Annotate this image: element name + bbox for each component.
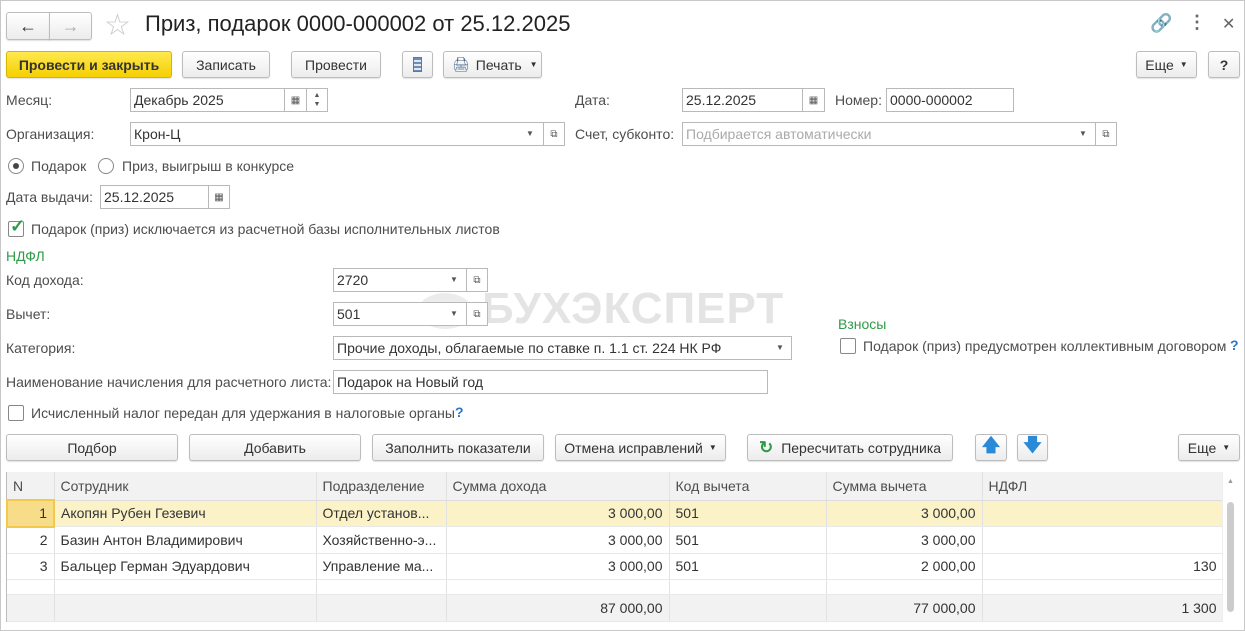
arrow-up-icon: 🡅 xyxy=(981,434,1001,455)
category-input[interactable]: Прочие доходы, облагаемые по ставке п. 1… xyxy=(333,336,792,360)
calendar-icon[interactable]: ▦ xyxy=(208,185,230,209)
col-employee[interactable]: Сотрудник xyxy=(54,472,317,501)
chevron-down-icon[interactable]: ▼ xyxy=(450,309,458,318)
income-code-label: Код дохода: xyxy=(6,272,84,288)
col-income[interactable]: Сумма дохода xyxy=(446,472,670,501)
org-label: Организация: xyxy=(6,126,95,142)
more-dots-icon[interactable]: ⋮ xyxy=(1188,12,1206,33)
move-up-button[interactable]: 🡅 xyxy=(975,434,1007,461)
help-icon[interactable]: ? xyxy=(455,404,464,420)
printer-icon: 🖨 xyxy=(452,56,470,72)
income-code-input[interactable]: 2720 xyxy=(333,268,467,292)
open-icon[interactable]: ⧉ xyxy=(1095,122,1117,146)
number-input[interactable]: 0000-000002 xyxy=(886,88,1014,112)
link-icon[interactable]: 🔗 xyxy=(1150,13,1172,34)
chevron-down-icon: ▼ xyxy=(1222,443,1231,452)
chevron-down-icon[interactable]: ▼ xyxy=(1079,129,1087,138)
chevron-down-icon[interactable]: ▼ xyxy=(526,129,534,138)
month-label: Месяц: xyxy=(6,92,53,108)
chevron-down-icon: ▼ xyxy=(1179,60,1188,69)
month-input[interactable]: Декабрь 2025 xyxy=(130,88,285,112)
save-button[interactable]: Записать xyxy=(182,51,270,78)
page-title: Приз, подарок 0000-000002 от 25.12.2025 xyxy=(145,11,571,36)
radio-prize[interactable] xyxy=(98,158,114,174)
arrow-down-icon: 🡇 xyxy=(1023,434,1042,455)
month-spinner[interactable]: ▲ ▼ xyxy=(306,88,328,112)
arrow-left-icon: ← xyxy=(19,15,37,36)
chevron-down-icon: ▼ xyxy=(529,60,538,69)
star-icon[interactable]: ☆ xyxy=(104,8,131,43)
collective-checkbox[interactable] xyxy=(840,338,856,354)
exclude-label: Подарок (приз) исключается из расчетной … xyxy=(31,221,500,237)
forward-button[interactable]: → xyxy=(49,12,92,40)
tax-transferred-checkbox[interactable] xyxy=(8,405,24,421)
add-button[interactable]: Добавить xyxy=(189,434,361,461)
table-more-button[interactable]: Еще ▼ xyxy=(1178,434,1240,461)
more-button[interactable]: Еще ▼ xyxy=(1136,51,1197,78)
col-deduction-code[interactable]: Код вычета xyxy=(669,472,827,501)
date-label: Дата: xyxy=(575,92,610,108)
document-list-icon xyxy=(413,57,422,72)
calendar-icon[interactable]: ▦ xyxy=(802,88,825,112)
table-row[interactable]: 3 Бальцер Герман Эдуардович Управление ма.… xyxy=(7,553,1224,580)
exclude-checkbox[interactable]: ✓ xyxy=(8,216,25,237)
radio-gift[interactable] xyxy=(8,158,24,174)
refresh-icon: ↻ xyxy=(758,437,774,457)
col-ndfl[interactable]: НДФЛ xyxy=(982,472,1224,501)
number-label: Номер: xyxy=(835,92,882,108)
checkmark-icon: ✓ xyxy=(10,216,26,236)
chevron-down-icon[interactable]: ▼ xyxy=(450,275,458,284)
org-input[interactable]: Крон-Ц xyxy=(130,122,544,146)
col-department[interactable]: Подразделение xyxy=(316,472,447,501)
issue-date-input[interactable]: 25.12.2025 xyxy=(100,185,209,209)
accrual-name-input[interactable]: Подарок на Новый год xyxy=(333,370,768,394)
cancel-fixes-button[interactable]: Отмена исправлений ▼ xyxy=(555,434,726,461)
issue-date-label: Дата выдачи: xyxy=(6,189,94,205)
table-scrollbar[interactable]: ▲ xyxy=(1222,472,1239,622)
tax-transferred-label: Исчисленный налог передан для удержания … xyxy=(31,405,455,421)
back-button[interactable]: ← xyxy=(6,12,50,40)
arrow-right-icon: → xyxy=(61,15,80,36)
totals-row: 87 000,00 77 000,00 1 300 xyxy=(7,594,1224,622)
post-and-close-button[interactable]: Провести и закрыть xyxy=(6,51,172,78)
help-icon[interactable]: ? xyxy=(1230,337,1239,353)
chevron-down-icon[interactable]: ▼ xyxy=(776,343,784,352)
print-button[interactable]: 🖨 Печать ▼ xyxy=(443,51,542,78)
deduction-input[interactable]: 501 xyxy=(333,302,467,326)
open-icon[interactable]: ⧉ xyxy=(466,302,488,326)
journal-button[interactable] xyxy=(402,51,433,78)
chevron-down-icon: ▼ xyxy=(708,443,717,452)
recalc-employee-button[interactable]: ↻ Пересчитать сотрудника xyxy=(747,434,953,461)
pick-button[interactable]: Подбор xyxy=(6,434,178,461)
radio-gift-label: Подарок xyxy=(31,158,87,174)
col-deduction-sum[interactable]: Сумма вычета xyxy=(826,472,983,501)
ndfl-section-title: НДФЛ xyxy=(6,248,45,264)
col-n[interactable]: N xyxy=(7,472,55,501)
radio-prize-label: Приз, выигрыш в конкурсе xyxy=(122,158,295,174)
account-label: Счет, субконто: xyxy=(575,126,675,142)
category-label: Категория: xyxy=(6,340,76,356)
collective-label: Подарок (приз) предусмотрен коллективным… xyxy=(863,338,1227,354)
close-icon[interactable]: ✕ xyxy=(1222,14,1235,34)
date-input[interactable]: 25.12.2025 xyxy=(682,88,803,112)
contrib-section-title: Взносы xyxy=(838,316,887,332)
move-down-button[interactable]: 🡇 xyxy=(1017,434,1048,461)
calendar-icon[interactable]: ▦ xyxy=(284,88,307,112)
accrual-name-label: Наименование начисления для расчетного л… xyxy=(6,374,332,390)
employees-table: N Сотрудник Подразделение Сумма дохода К… xyxy=(6,472,1224,622)
post-button[interactable]: Провести xyxy=(291,51,381,78)
open-icon[interactable]: ⧉ xyxy=(543,122,565,146)
open-icon[interactable]: ⧉ xyxy=(466,268,488,292)
help-button[interactable]: ? xyxy=(1208,51,1240,78)
account-input[interactable]: Подбирается автоматически xyxy=(682,122,1096,146)
deduction-label: Вычет: xyxy=(6,306,51,322)
table-row[interactable]: 2 Базин Антон Владимирович Хозяйственно-э.… xyxy=(7,526,1224,554)
fill-indicators-button[interactable]: Заполнить показатели xyxy=(372,434,544,461)
table-row[interactable]: 1 Акопян Рубен Гезевич Отдел установ... 3 0… xyxy=(6,499,1224,528)
